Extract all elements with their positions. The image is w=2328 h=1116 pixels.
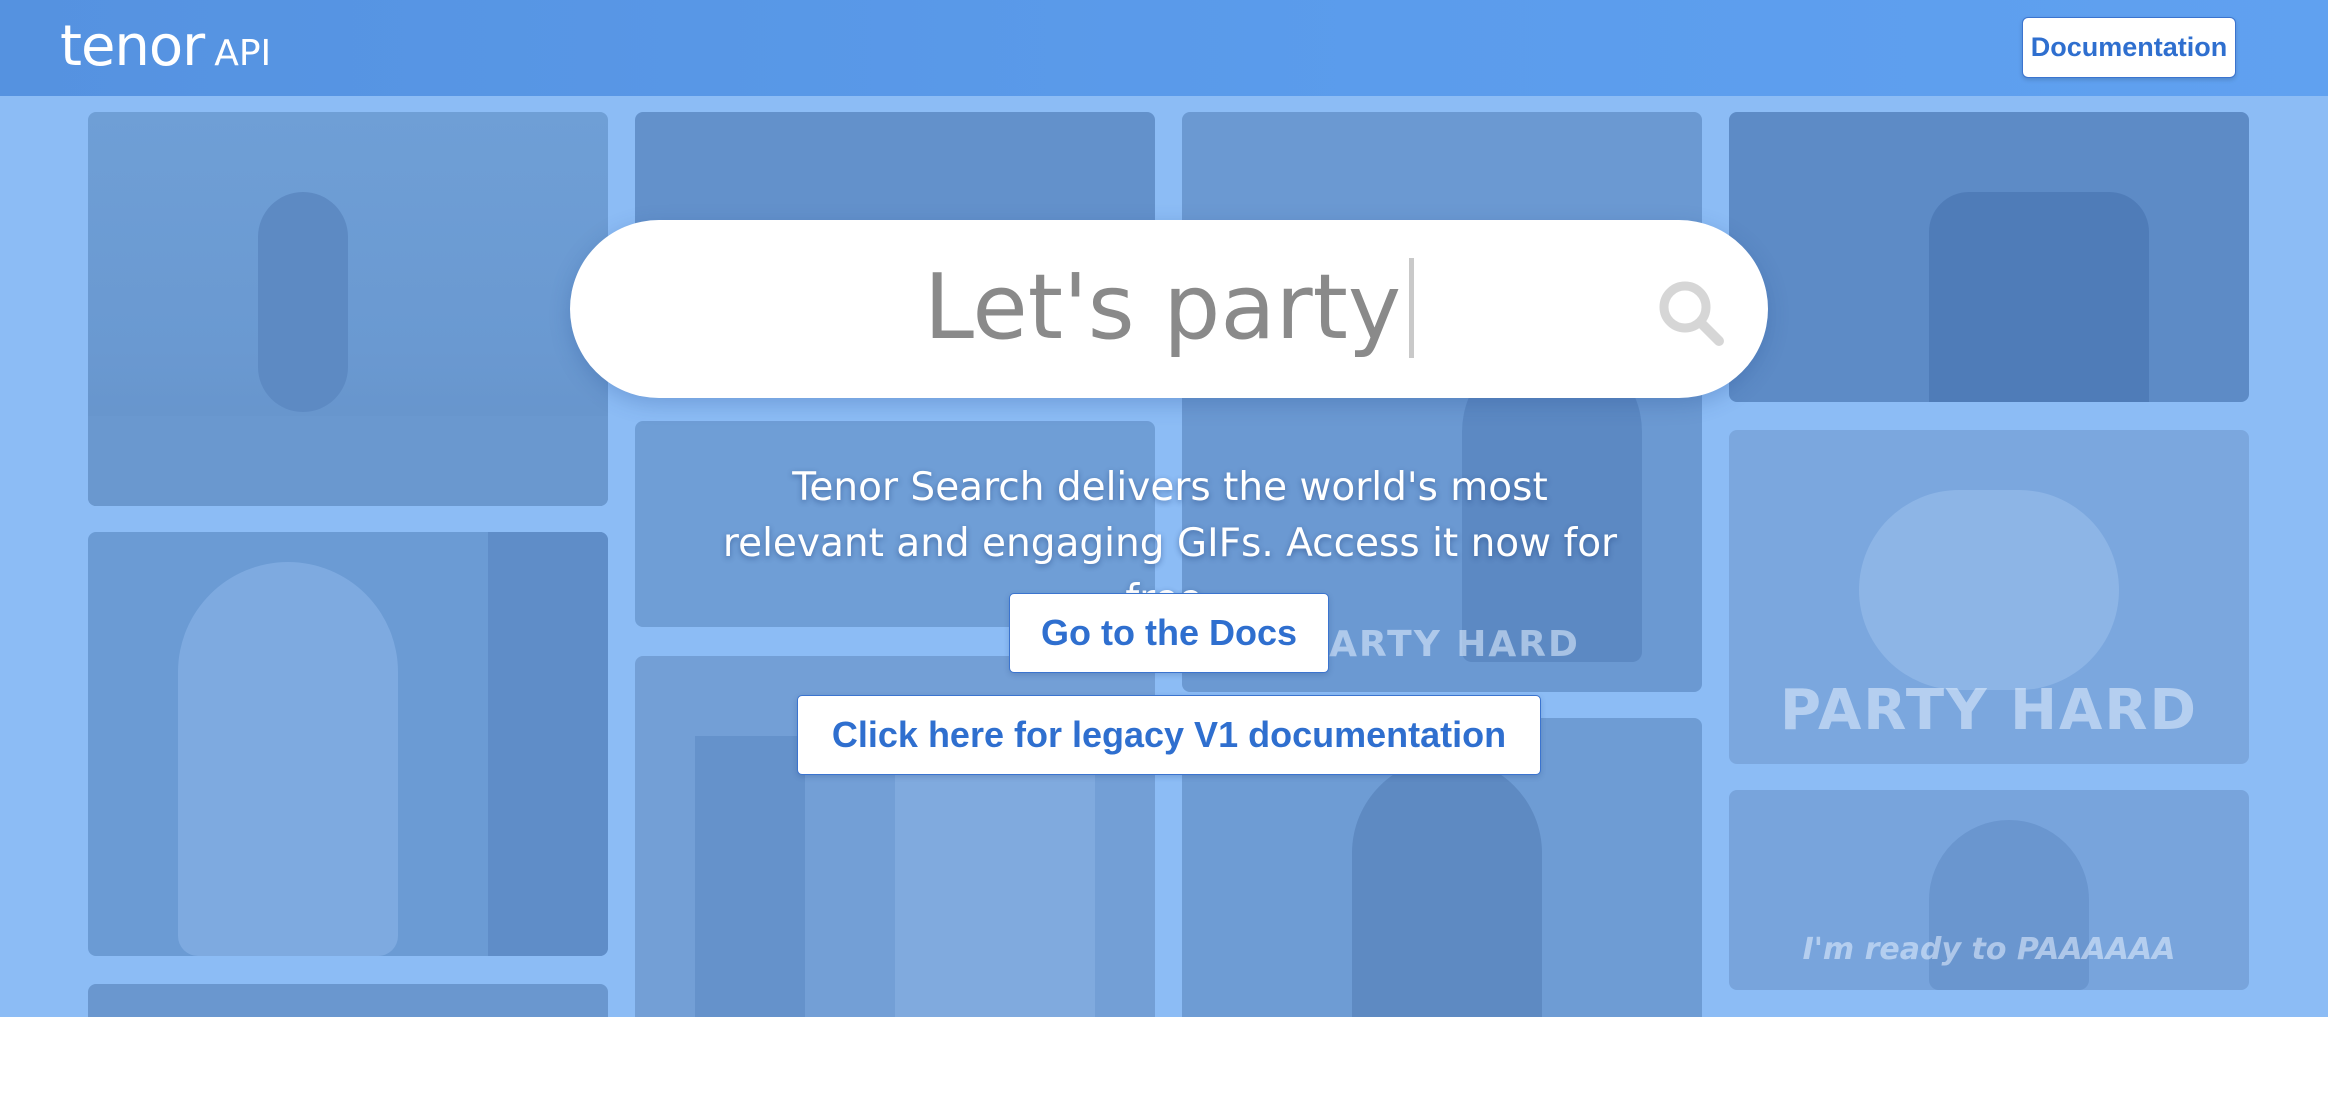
text-caret	[1409, 258, 1415, 358]
logo-api-label: API	[214, 33, 272, 74]
legacy-docs-button[interactable]: Click here for legacy V1 documentation	[797, 695, 1541, 775]
top-bar: tenor API Documentation	[0, 0, 2328, 96]
logo-wordmark: tenor	[60, 14, 205, 79]
party-hard-caption-2: PARTY HARD	[1780, 678, 2198, 743]
search-input-value: Let's party	[923, 255, 1402, 360]
documentation-button[interactable]: Documentation	[2022, 17, 2236, 78]
gif-tile-partial[interactable]	[88, 984, 608, 1017]
gif-tile-woman[interactable]	[88, 532, 608, 956]
search-bar[interactable]: Let's party	[570, 220, 1768, 398]
gif-tile-ready[interactable]: I'm ready to PAAAAAA	[1729, 790, 2249, 990]
hero-section: PARTY HARD PARTY HARD I'm ready to PAAAA…	[0, 96, 2328, 1017]
ready-caption: I'm ready to PAAAAAA	[1802, 932, 2176, 967]
tenor-api-logo[interactable]: tenor API	[60, 14, 271, 79]
search-icon[interactable]	[1656, 278, 1726, 348]
gif-tile-teletubby[interactable]	[88, 112, 608, 506]
gif-tile-sweater[interactable]	[1729, 112, 2249, 402]
search-input[interactable]: Let's party	[570, 258, 1768, 358]
go-to-docs-button[interactable]: Go to the Docs	[1009, 593, 1329, 673]
gif-tile-patrick[interactable]: PARTY HARD	[1729, 430, 2249, 764]
